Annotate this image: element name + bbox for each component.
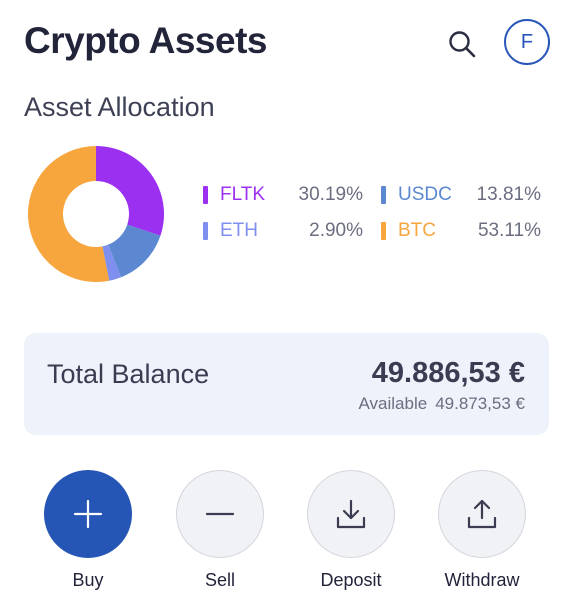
legend-value: 30.19% [298,184,363,205]
download-icon [336,499,366,529]
legend-item-usdc: USDC 13.81% [381,180,541,210]
legend-label: ETH [220,220,258,241]
avatar-initial: F [520,30,534,53]
total-balance-card: Total Balance 49.886,53 € Available 49.87… [24,333,549,435]
search-icon [449,31,476,58]
available-balance: Available 49.873,53 € [359,394,526,414]
legend-label: BTC [398,220,436,241]
header: Crypto Assets F [24,16,550,72]
buy-button-circle[interactable] [44,470,132,558]
legend-label: USDC [398,184,452,205]
search-button[interactable] [444,26,480,62]
section-title: Asset Allocation [24,92,215,122]
sell-button-circle[interactable] [176,470,264,558]
legend-swatch [381,222,386,240]
balance-amount: 49.886,53 € [371,357,525,389]
deposit-button[interactable]: Deposit [296,470,406,591]
legend-value: 53.11% [477,220,541,241]
legend-swatch [203,186,208,204]
deposit-button-circle[interactable] [307,470,395,558]
legend-swatch [381,186,386,204]
donut-slice-fltk [96,146,164,236]
legend-value: 13.81% [476,184,541,205]
legend-item-eth: ETH 2.90% [203,216,363,246]
minus-icon [205,512,235,516]
sell-label: Sell [204,570,235,590]
allocation-donut-chart [28,146,164,282]
page-title: Crypto Assets [24,20,267,61]
withdraw-button[interactable]: Withdraw [427,470,537,591]
avatar[interactable]: F [504,19,550,65]
buy-button[interactable]: Buy [33,470,143,591]
balance-label: Total Balance [47,359,210,389]
available-label: Available [358,394,428,413]
withdraw-button-circle[interactable] [438,470,526,558]
legend-value: 2.90% [309,220,363,241]
legend-label: FLTK [220,184,266,205]
buy-label: Buy [72,570,104,590]
legend-item-btc: BTC 53.11% [381,216,541,246]
legend-swatch [203,222,208,240]
withdraw-label: Withdraw [444,570,520,590]
plus-icon [73,499,103,529]
legend-item-fltk: FLTK 30.19% [203,180,363,210]
deposit-label: Deposit [320,570,382,590]
sell-button[interactable]: Sell [165,470,275,591]
available-amount: 49.873,53 € [435,394,525,413]
action-bar: Buy Sell Deposit Withdraw [0,470,572,600]
upload-icon [467,499,497,529]
